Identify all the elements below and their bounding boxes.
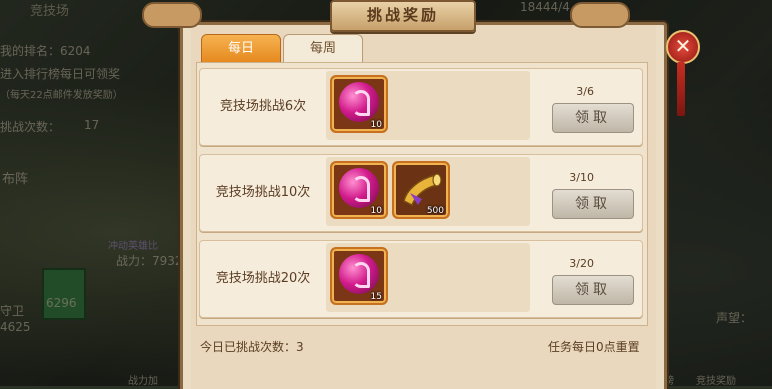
close-tassel <box>677 62 685 116</box>
reward-item[interactable]: 500 <box>392 161 450 219</box>
task-row: 竞技场挑战6次 10 3/6 领取 <box>199 68 643 146</box>
task-label: 竞技场挑战20次 <box>215 271 311 286</box>
task-progress: 3/20 <box>569 257 594 270</box>
dialog-header: 挑战奖励 <box>142 0 630 32</box>
header-right-ornament <box>570 2 630 28</box>
reward-quantity: 15 <box>370 292 382 302</box>
claim-button[interactable]: 领取 <box>552 189 634 219</box>
reward-item[interactable]: 15 <box>330 247 388 305</box>
reward-quantity: 500 <box>426 206 444 216</box>
tab-daily[interactable]: 每日 <box>201 34 281 63</box>
task-progress: 3/6 <box>576 85 594 98</box>
task-progress: 3/10 <box>569 171 594 184</box>
reward-slots: 10 <box>326 71 530 140</box>
tab-weekly[interactable]: 每周 <box>283 34 363 63</box>
reward-item[interactable]: 10 <box>330 161 388 219</box>
reset-hint: 任务每日0点重置 <box>548 340 640 354</box>
pink-gem-icon <box>339 82 379 122</box>
claim-button[interactable]: 领取 <box>552 275 634 305</box>
reward-slots: 15 <box>326 243 530 312</box>
pink-gem-icon <box>339 254 379 294</box>
task-row: 竞技场挑战20次 15 3/20 领取 <box>199 240 643 318</box>
task-row: 竞技场挑战10次 10 500 3/10 领取 <box>199 154 643 232</box>
close-button[interactable]: ✕ <box>666 30 700 64</box>
reward-slots: 10 500 <box>326 157 530 226</box>
reward-quantity: 10 <box>370 206 382 216</box>
dialog-title: 挑战奖励 <box>366 6 439 24</box>
task-label: 竞技场挑战6次 <box>219 99 307 114</box>
title-plaque: 挑战奖励 <box>330 0 476 32</box>
task-label: 竞技场挑战10次 <box>215 185 311 200</box>
golden-horn-icon <box>403 173 442 207</box>
reward-item[interactable]: 10 <box>330 75 388 133</box>
claim-button[interactable]: 领取 <box>552 103 634 133</box>
pink-gem-icon <box>339 168 379 208</box>
reward-quantity: 10 <box>370 120 382 130</box>
daily-challenge-count: 今日已挑战次数：3 <box>200 340 304 354</box>
header-left-ornament <box>142 2 202 28</box>
